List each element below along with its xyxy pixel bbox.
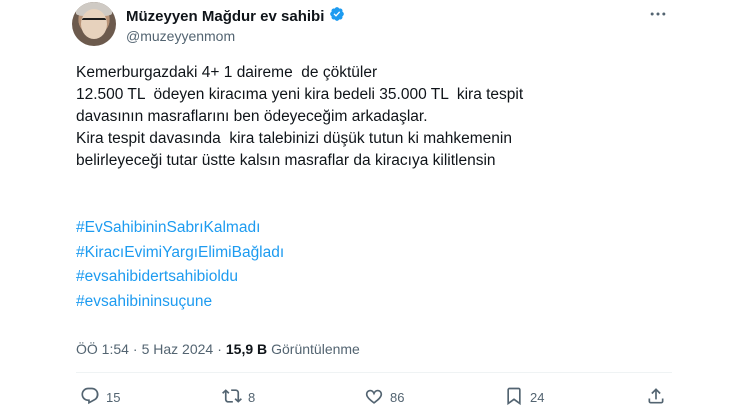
views-count: 15,9 B (225, 341, 268, 357)
meta-separator: · (217, 341, 222, 357)
action-bar: 15 8 86 24 (0, 386, 730, 414)
like-count: 86 (390, 390, 405, 405)
hashtag-link[interactable]: #evsahibininsuçune (76, 290, 676, 315)
tweet-time[interactable]: ÖÖ 1:54 (76, 341, 129, 357)
reply-icon (80, 386, 100, 409)
heart-icon (364, 386, 384, 409)
reply-count: 15 (106, 390, 121, 405)
author-name[interactable]: Müzeyyen Mağdur ev sahibi (126, 8, 324, 25)
bookmark-button[interactable]: 24 (504, 386, 544, 409)
hashtag-link[interactable]: #KiracıEvimiYargıElimiBağladı (76, 241, 676, 266)
retweet-icon (222, 386, 242, 409)
retweet-count: 8 (248, 390, 256, 405)
views-label: Görüntülenme (271, 341, 360, 357)
like-button[interactable]: 86 (364, 386, 404, 409)
retweet-button[interactable]: 8 (222, 386, 255, 409)
tweet-text: Kemerburgazdaki 4+ 1 daireme de çöktüler… (76, 64, 524, 169)
meta-separator: · (132, 341, 138, 357)
author-handle[interactable]: @muzeyyenmom (126, 28, 235, 44)
author-name-row[interactable]: Müzeyyen Mağdur ev sahibi (126, 6, 345, 27)
divider (76, 372, 672, 373)
bookmark-count: 24 (530, 390, 545, 405)
verified-badge-icon (329, 6, 345, 27)
reply-button[interactable]: 15 (80, 386, 120, 409)
avatar[interactable] (72, 2, 116, 46)
tweet-date[interactable]: 5 Haz 2024 (142, 341, 214, 357)
more-options-icon[interactable] (648, 4, 668, 29)
avatar-glasses (82, 18, 106, 26)
hashtag-link[interactable]: #evsahibidertsahibioldu (76, 265, 676, 290)
hashtag-list: #EvSahibininSabrıKalmadı #KiracıEvimiYar… (76, 216, 676, 314)
tweet-card: Müzeyyen Mağdur ev sahibi @muzeyyenmom K… (0, 0, 730, 420)
share-icon (646, 386, 666, 409)
tweet-metadata: ÖÖ 1:54 · 5 Haz 2024 · 15,9 B Görüntülen… (76, 341, 360, 357)
bookmark-icon (504, 386, 524, 409)
hashtag-link[interactable]: #EvSahibininSabrıKalmadı (76, 216, 676, 241)
share-button[interactable] (646, 386, 666, 409)
